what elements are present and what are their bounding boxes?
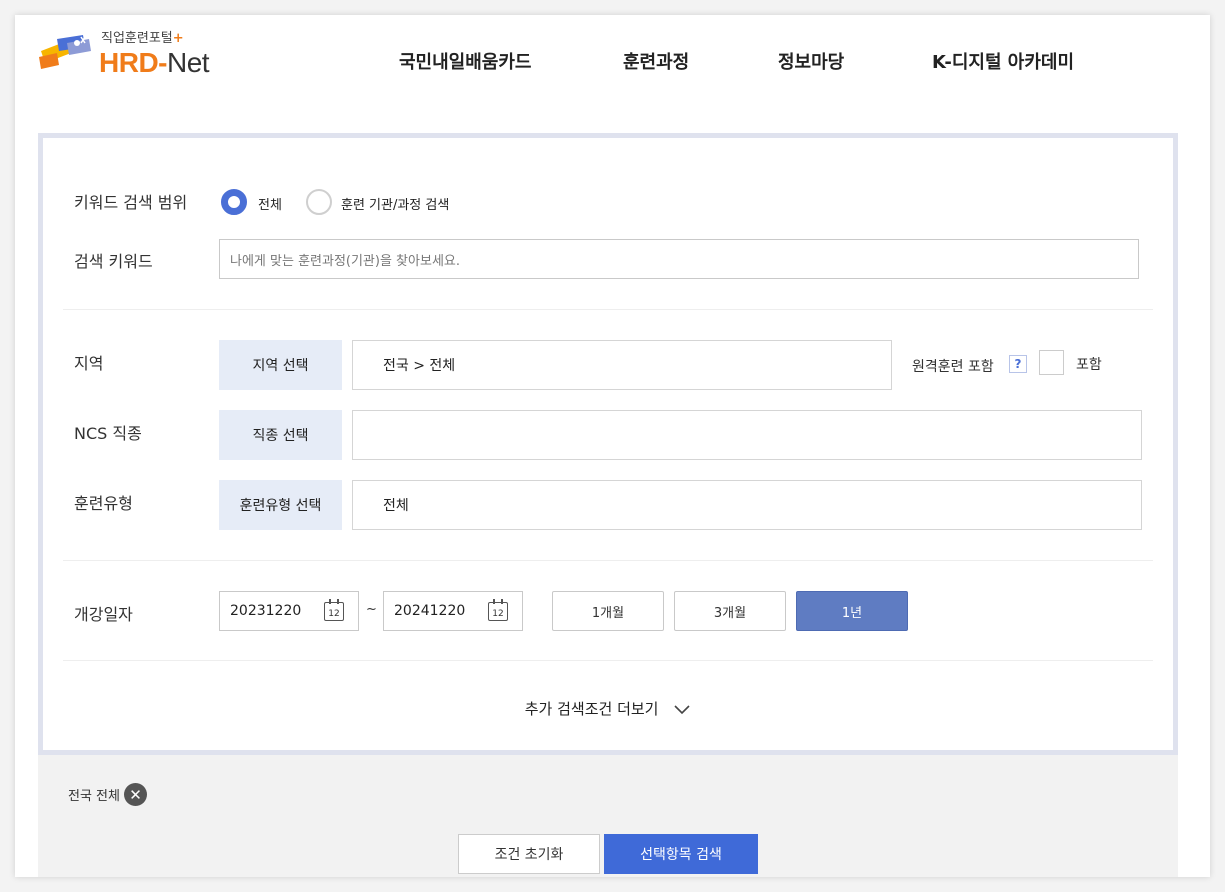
date-separator: ~ <box>366 602 377 617</box>
ncs-select-button[interactable]: 직종 선택 <box>219 410 342 460</box>
nav-item-card[interactable]: 국민내일배움카드 <box>399 48 531 74</box>
divider <box>63 309 1153 310</box>
keyword-label: 검색 키워드 <box>74 252 153 271</box>
date-from-input[interactable]: 20231220 12 <box>219 591 359 631</box>
search-panel: 키워드 검색 범위 전체 훈련 기관/과정 검색 검색 키워드 나에게 맞는 훈… <box>38 133 1178 755</box>
calendar-icon[interactable]: 12 <box>488 599 508 621</box>
tag-label: 전국 전체 <box>68 789 120 804</box>
search-selected-button[interactable]: 선택항목 검색 <box>604 834 758 874</box>
period-1-year-button[interactable]: 1년 <box>796 591 908 631</box>
keyword-input[interactable]: 나에게 맞는 훈련과정(기관)을 찾아보세요. <box>219 239 1139 279</box>
app-frame: 직업훈련포털+ HRD-Net 국민내일배움카드 훈련과정 정보마당 K-디지털… <box>15 15 1210 877</box>
date-to-input[interactable]: 20241220 12 <box>383 591 523 631</box>
close-icon[interactable]: ✕ <box>123 783 147 806</box>
remote-include-checkbox[interactable] <box>1039 350 1064 375</box>
region-label: 지역 <box>74 354 104 373</box>
period-3-month-button[interactable]: 3개월 <box>674 591 786 631</box>
help-icon[interactable]: ? <box>1009 355 1027 373</box>
date-to-value: 20241220 <box>394 603 466 619</box>
scope-institution-label: 훈련 기관/과정 검색 <box>341 198 450 213</box>
training-type-value-field[interactable]: 전체 <box>352 480 1142 530</box>
scope-institution-radio[interactable] <box>306 189 332 215</box>
scope-all-radio[interactable] <box>221 189 247 215</box>
remote-training-label: 원격훈련 포함 <box>912 359 994 375</box>
divider <box>63 660 1153 661</box>
more-conditions-label: 추가 검색조건 더보기 <box>524 700 659 718</box>
calendar-icon[interactable]: 12 <box>324 599 344 621</box>
ncs-value-field[interactable] <box>352 410 1142 460</box>
logo-subtitle: 직업훈련포털+ <box>101 31 184 46</box>
period-1-month-button[interactable]: 1개월 <box>552 591 664 631</box>
nav-item-k-digital[interactable]: K-디지털 아카데미 <box>932 48 1074 74</box>
include-label: 포함 <box>1076 357 1102 373</box>
chevron-down-icon <box>674 704 690 714</box>
region-value-field[interactable]: 전국 > 전체 <box>352 340 892 390</box>
scope-all-label: 전체 <box>258 198 282 213</box>
nav-item-info[interactable]: 정보마당 <box>778 48 844 74</box>
divider <box>63 560 1153 561</box>
region-select-button[interactable]: 지역 선택 <box>219 340 342 390</box>
search-actions-bar: 전국 전체 ✕ 조건 초기화 선택항목 검색 <box>38 755 1178 877</box>
keyword-scope-label: 키워드 검색 범위 <box>74 193 188 212</box>
nav-item-courses[interactable]: 훈련과정 <box>623 48 689 74</box>
start-date-label: 개강일자 <box>74 605 133 624</box>
training-type-select-button[interactable]: 훈련유형 선택 <box>219 480 342 530</box>
ncs-label: NCS 직종 <box>74 424 142 443</box>
date-from-value: 20231220 <box>230 603 302 619</box>
selected-condition-tag: 전국 전체 ✕ <box>68 783 147 806</box>
more-conditions-toggle[interactable]: 추가 검색조건 더보기 <box>43 698 1173 719</box>
training-type-label: 훈련유형 <box>74 494 133 513</box>
reset-conditions-button[interactable]: 조건 초기화 <box>458 834 600 874</box>
main-nav: 국민내일배움카드 훈련과정 정보마당 K-디지털 아카데미 <box>15 48 1210 74</box>
